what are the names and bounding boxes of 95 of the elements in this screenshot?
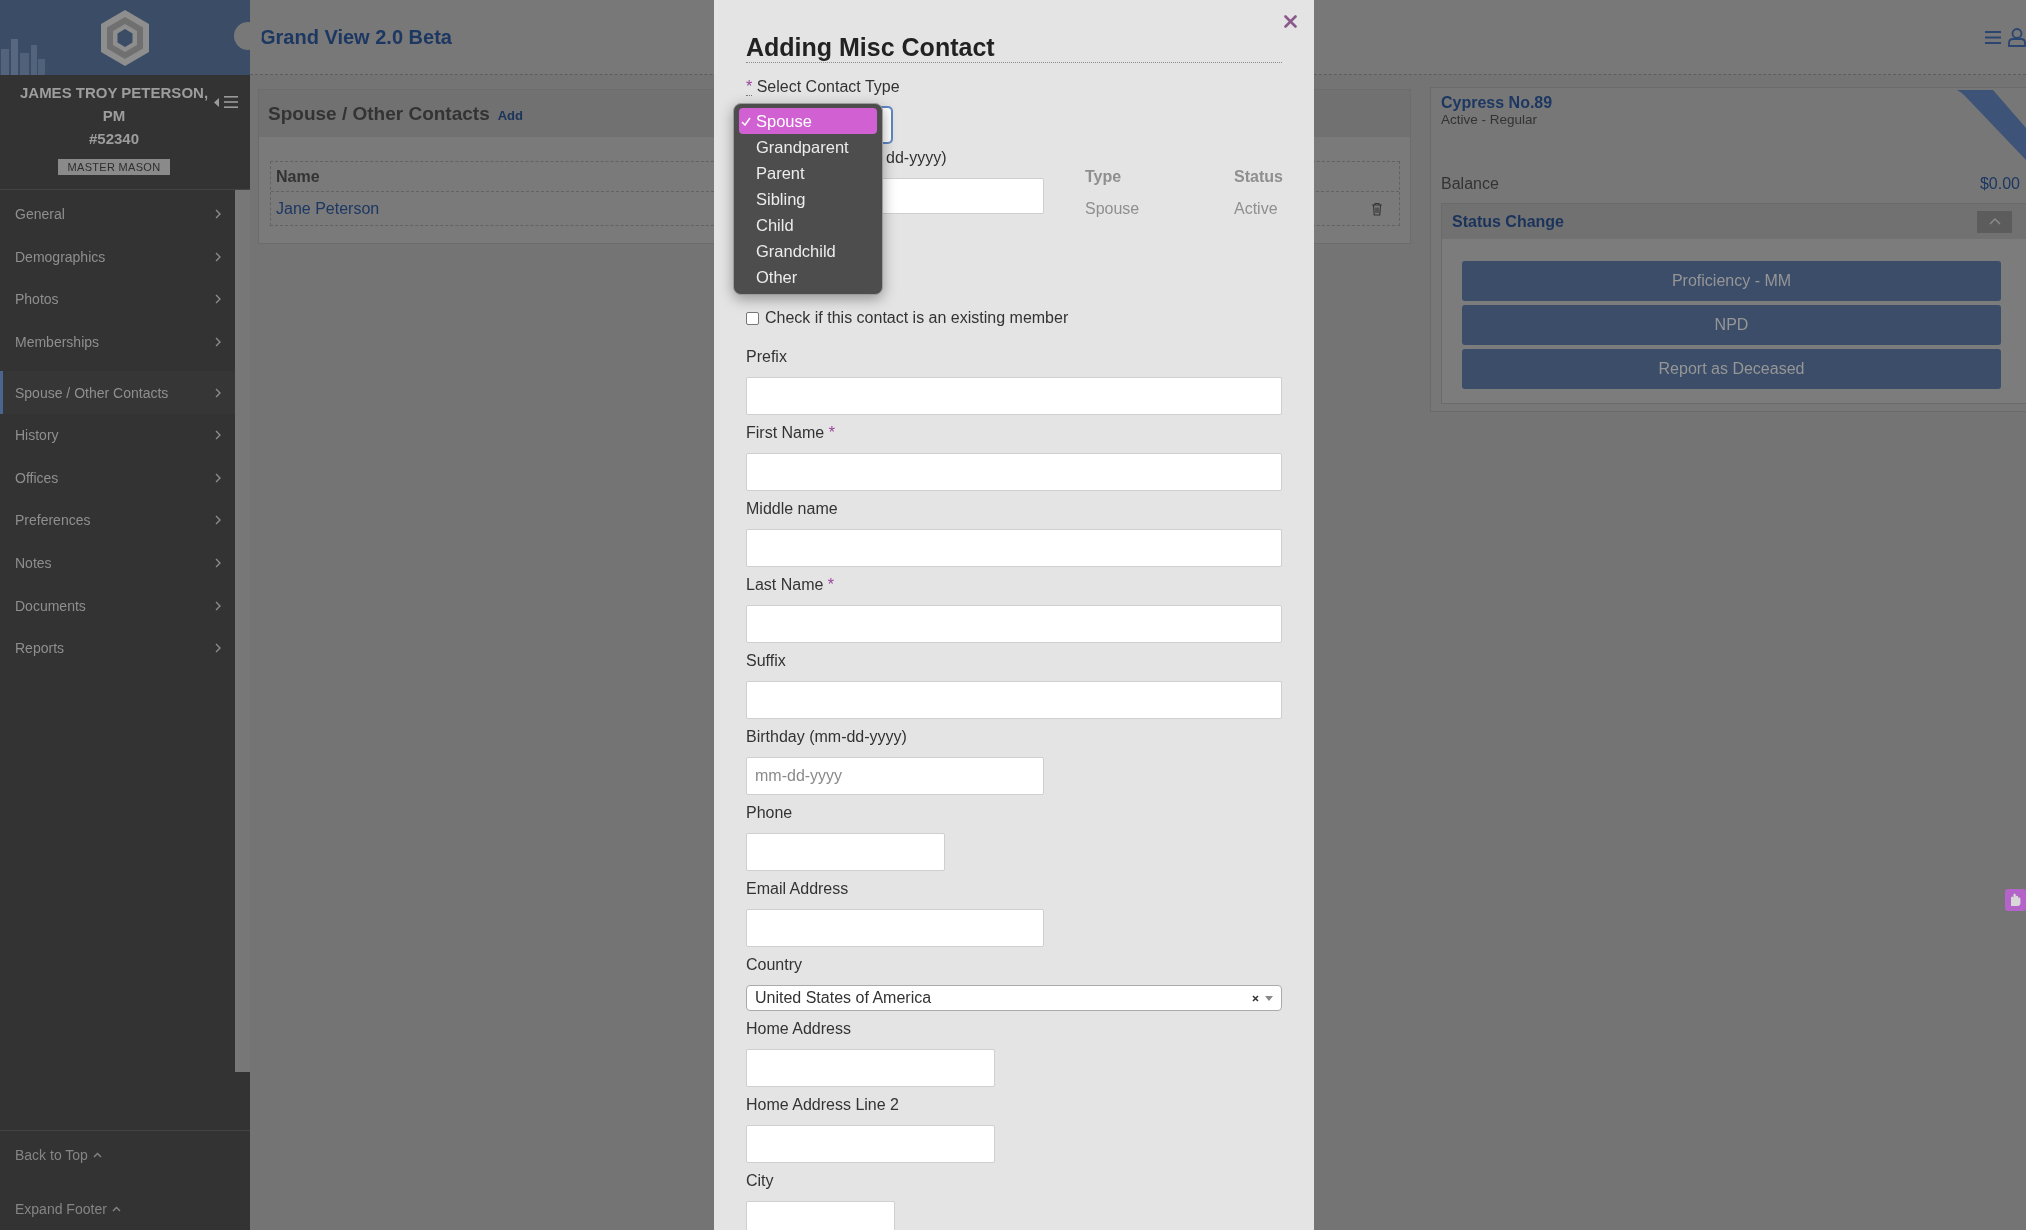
input-field[interactable] [746, 453, 1282, 491]
input-field[interactable] [746, 529, 1282, 567]
nav-item[interactable]: Memberships [0, 320, 235, 364]
caret-down-icon [1265, 995, 1273, 1001]
column-header: Status [1234, 167, 1283, 186]
check-icon [741, 116, 751, 126]
chevron-right-icon [215, 515, 221, 526]
dropdown-option[interactable]: Sibling [739, 186, 877, 212]
checkbox[interactable] [746, 311, 759, 325]
field-label: Birthday (mm-dd-yyyy) [746, 727, 907, 747]
member-name: JAMES TROY PETERSON, PM [18, 83, 210, 126]
balance-label: Balance [1441, 174, 1499, 194]
close-icon[interactable] [1284, 15, 1297, 28]
field-label: Email Address [746, 879, 849, 899]
user-icon[interactable] [2008, 27, 2026, 47]
nav-item[interactable]: Documents [0, 584, 235, 627]
caret-up-icon [92, 1152, 102, 1158]
lodge-status: Active - Regular [1441, 112, 1538, 128]
chevron-right-icon [215, 558, 221, 569]
input-field[interactable] [746, 1201, 895, 1230]
field-label: Phone [746, 803, 793, 823]
column-header: Type [1085, 167, 1122, 186]
chevron-right-icon [215, 209, 221, 220]
hexagon-logo-icon [100, 8, 150, 67]
caret-up-icon [1988, 218, 2001, 225]
field-label: Prefix [746, 347, 787, 367]
balance-value: $0.00 [1979, 174, 2020, 194]
dropdown-option[interactable]: Parent [739, 160, 877, 186]
field-label: dd-yyyy) [886, 148, 947, 168]
add-link[interactable]: Add [497, 108, 523, 123]
contact-link[interactable]: Jane Peterson [276, 199, 380, 218]
menu-icon[interactable] [224, 96, 238, 108]
dropdown-option[interactable]: Grandchild [739, 238, 877, 264]
field-label: Country [746, 955, 803, 975]
input-field[interactable]: mm-dd-yyyy [746, 757, 1044, 795]
field-label: Suffix [746, 651, 786, 671]
panel-title: Spouse / Other Contacts [268, 103, 490, 124]
trash-icon[interactable] [1371, 201, 1383, 216]
table-cell: Active [1234, 199, 1278, 218]
chevron-right-icon [215, 643, 221, 654]
hand-icon[interactable] [2005, 889, 2026, 911]
chevron-right-icon [215, 251, 221, 262]
column-header: Name [276, 167, 320, 186]
footer-link[interactable]: Expand Footer [15, 1199, 121, 1219]
field-label: City [746, 1171, 774, 1191]
checkbox-label[interactable]: Check if this contact is an existing member [765, 307, 1069, 329]
member-number: #52340 [87, 129, 141, 149]
menu-icon[interactable] [1985, 30, 2001, 44]
field-label: Middle name [746, 499, 838, 519]
nav-item[interactable]: Demographics [0, 235, 235, 279]
lodge-name[interactable]: Cypress No.89 [1441, 94, 1553, 112]
chevron-right-icon [215, 337, 221, 348]
country-select[interactable]: United States of America [746, 985, 1282, 1011]
input-field[interactable] [746, 681, 1282, 719]
field-label: Home Address Line 2 [746, 1095, 899, 1115]
rank-badge: MASTER MASON [57, 159, 171, 175]
chevron-right-icon [215, 472, 221, 483]
input-field[interactable] [746, 1125, 995, 1163]
table-cell: Spouse [1085, 199, 1140, 218]
input-field[interactable] [746, 1049, 995, 1087]
nav-item[interactable]: Notes [0, 541, 235, 585]
nav-item[interactable]: Reports [0, 626, 235, 670]
input-field[interactable] [746, 909, 1044, 947]
modal-title: Adding Misc Contact [746, 32, 1282, 63]
nav-item[interactable]: General [0, 193, 235, 236]
app-title: Grand View 2.0 Beta [260, 25, 452, 49]
nav-item[interactable]: Preferences [0, 499, 235, 542]
caret-left-icon[interactable] [214, 97, 219, 107]
action-button[interactable]: NPD [1462, 305, 2001, 345]
action-button[interactable]: Proficiency - MM [1462, 261, 2001, 301]
chevron-right-icon [215, 600, 221, 611]
footer-link[interactable]: Back to Top [15, 1145, 102, 1165]
panel-title: Status Change [1452, 212, 1564, 231]
dropdown-option[interactable]: Spouse [739, 108, 877, 134]
nav-item[interactable]: History [0, 413, 235, 457]
caret-up-icon [111, 1206, 121, 1212]
dropdown-option[interactable]: Other [739, 264, 877, 290]
clear-icon[interactable] [1252, 994, 1259, 1002]
dropdown-option[interactable]: Child [739, 212, 877, 238]
action-button[interactable]: Report as Deceased [1462, 349, 2001, 389]
chevron-right-icon [215, 294, 221, 305]
nav-item[interactable]: Offices [0, 456, 235, 500]
field-label: * Select Contact Type [746, 77, 900, 98]
field-label: Last Name * [746, 575, 835, 595]
collapse-button[interactable] [1977, 210, 2012, 233]
nav-item[interactable]: Photos [0, 278, 235, 321]
field-label: Home Address [746, 1019, 851, 1039]
sidebar-scrollbar[interactable] [235, 190, 250, 1072]
input-field[interactable] [746, 833, 945, 871]
chevron-right-icon [215, 430, 221, 441]
dropdown-option[interactable]: Grandparent [739, 134, 877, 160]
input-field[interactable] [746, 377, 1282, 415]
chevron-right-icon [215, 387, 221, 398]
field-label: First Name * [746, 423, 835, 443]
input-field[interactable] [746, 605, 1282, 643]
